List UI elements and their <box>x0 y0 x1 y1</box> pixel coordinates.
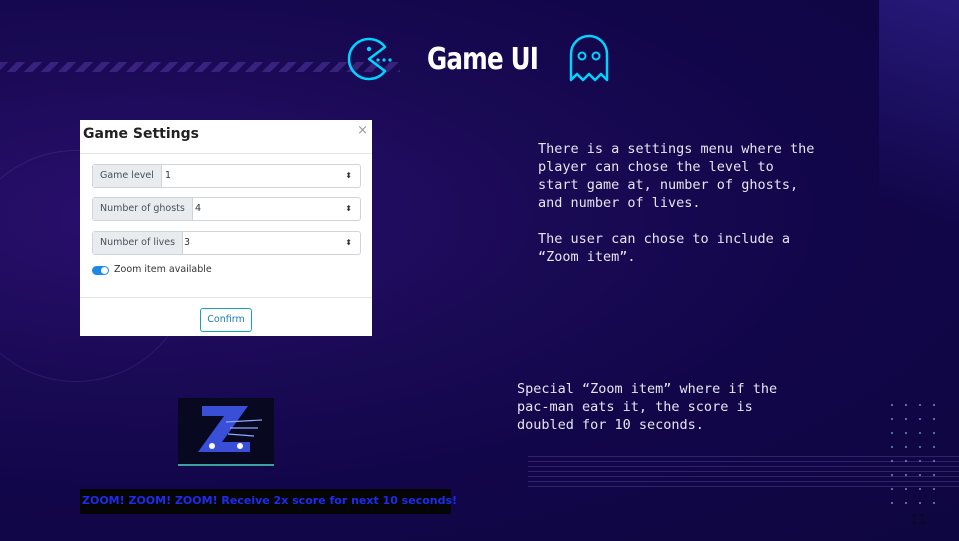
zoom-banner-text: ZOOM! ZOOM! ZOOM! Receive 2x score for n… <box>82 494 458 507</box>
decorative-lines <box>528 456 959 506</box>
pacman-icon <box>347 37 392 81</box>
select-caret-icon: ⬍ <box>345 238 352 247</box>
number-of-ghosts-label: Number of ghosts <box>93 198 193 220</box>
game-level-label: Game level <box>93 165 162 187</box>
game-level-select[interactable]: Game level 1 ⬍ <box>92 164 361 188</box>
zoom-item-icon <box>198 406 263 452</box>
modal-header: Game Settings × <box>80 120 372 154</box>
modal-title: Game Settings <box>83 126 199 142</box>
close-icon[interactable]: × <box>357 123 368 138</box>
settings-description: There is a settings menu where the playe… <box>538 141 815 211</box>
game-level-value: 1 <box>165 170 172 181</box>
zoom-item-image <box>178 398 274 466</box>
slide-header: Game UI <box>345 32 615 86</box>
decorative-glow <box>879 0 959 300</box>
zoom-banner: ZOOM! ZOOM! ZOOM! Receive 2x score for n… <box>80 489 457 514</box>
modal-footer: Confirm <box>80 297 372 337</box>
number-of-ghosts-select[interactable]: Number of ghosts 4 ⬍ <box>92 197 361 221</box>
select-caret-icon: ⬍ <box>345 171 352 180</box>
page-number: 11 <box>910 513 927 528</box>
select-caret-icon: ⬍ <box>345 204 352 213</box>
number-of-lives-select[interactable]: Number of lives 3 ⬍ <box>92 231 361 255</box>
number-of-lives-value: 3 <box>184 237 191 248</box>
ghost-icon <box>569 34 609 82</box>
decorative-stripe <box>0 62 400 72</box>
zoom-item-description: Special “Zoom item” where if the pac-man… <box>517 381 778 433</box>
page-title: Game UI <box>427 42 539 77</box>
number-of-ghosts-value: 4 <box>195 203 202 214</box>
game-settings-modal: Game Settings × Game level 1 ⬍ Number of… <box>80 120 372 336</box>
number-of-lives-label: Number of lives <box>93 232 184 254</box>
zoom-option-description: The user can chose to include a “Zoom it… <box>538 231 790 265</box>
zoom-item-toggle-label: Zoom item available <box>114 264 212 275</box>
confirm-button[interactable]: Confirm <box>200 308 252 332</box>
zoom-item-toggle[interactable] <box>92 266 109 275</box>
